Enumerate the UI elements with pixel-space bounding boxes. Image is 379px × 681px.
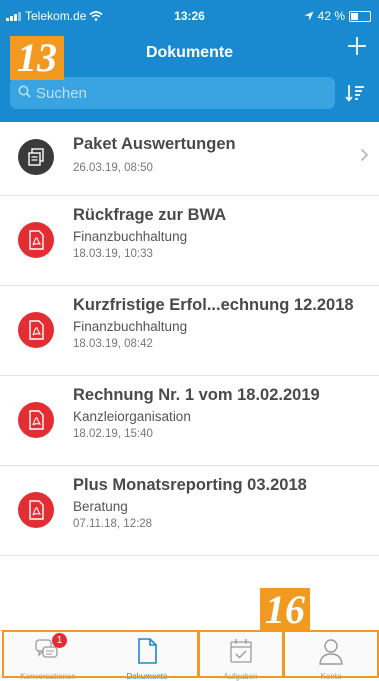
list-item[interactable]: Rückfrage zur BWA Finanzbuchhaltung 18.0… [0, 196, 379, 286]
pdf-icon [18, 222, 54, 258]
sort-icon [345, 85, 364, 102]
search-input[interactable]: Suchen [10, 77, 335, 109]
search-placeholder: Suchen [36, 85, 87, 102]
document-date: 26.03.19, 08:50 [73, 162, 153, 174]
list-item[interactable]: Paket Auswertungen 26.03.19, 08:50 [0, 122, 379, 196]
callout-marker-13: 13 [10, 36, 64, 80]
notification-badge: 1 [52, 633, 67, 648]
package-icon [18, 139, 54, 175]
chevron-right-icon [360, 148, 369, 162]
document-icon [138, 638, 157, 664]
tab-label: Konto [320, 672, 342, 681]
document-date: 18.03.19, 08:42 [73, 338, 153, 350]
document-category: Kanzleiorganisation [73, 409, 191, 424]
document-title: Rückfrage zur BWA [73, 206, 227, 224]
tab-konto[interactable]: Konto [283, 631, 379, 681]
tab-konversationen[interactable]: 1 Konversationen [0, 631, 96, 681]
search-icon [18, 85, 31, 98]
pdf-icon [18, 312, 54, 348]
document-category: Finanzbuchhaltung [73, 229, 188, 244]
list-item[interactable]: Kurzfristige Erfol...echnung 12.2018 Fin… [0, 286, 379, 376]
status-bar: Telekom.de 13:26 42 % [0, 0, 379, 30]
pdf-icon [18, 492, 54, 528]
document-title: Plus Monatsreporting 03.2018 [73, 476, 307, 494]
callout-marker-16: 16 [260, 588, 310, 632]
user-icon [319, 639, 343, 665]
calendar-check-icon [229, 639, 252, 663]
document-list: Paket Auswertungen 26.03.19, 08:50 Rückf… [0, 122, 379, 556]
document-category: Beratung [73, 499, 128, 514]
document-title: Kurzfristige Erfol...echnung 12.2018 [73, 296, 353, 314]
document-date: 18.03.19, 10:33 [73, 248, 153, 260]
tab-aufgaben[interactable]: Aufgaben [198, 631, 283, 681]
tab-label: Konversationen [20, 672, 76, 681]
battery-percent: 42 % [317, 9, 345, 23]
document-title: Paket Auswertungen [73, 135, 236, 153]
location-icon [304, 11, 314, 21]
list-item[interactable]: Rechnung Nr. 1 vom 18.02.2019 Kanzleiorg… [0, 376, 379, 466]
document-date: 07.11.18, 12:28 [73, 518, 153, 530]
list-item[interactable]: Plus Monatsreporting 03.2018 Beratung 07… [0, 466, 379, 556]
document-category: Finanzbuchhaltung [73, 319, 188, 334]
add-document-button[interactable] [347, 32, 367, 62]
tab-label: Dokumente [126, 672, 168, 681]
document-date: 18.02.19, 15:40 [73, 428, 153, 440]
pdf-icon [18, 402, 54, 438]
plus-icon [348, 37, 366, 55]
document-title: Rechnung Nr. 1 vom 18.02.2019 [73, 386, 320, 404]
tab-bar: 1 Konversationen Dokumente Aufgaben Kont… [0, 630, 379, 681]
tab-dokumente[interactable]: Dokumente [96, 631, 198, 681]
tab-label: Aufgaben [223, 672, 258, 681]
sort-button[interactable] [345, 84, 365, 107]
battery-icon [349, 10, 371, 22]
